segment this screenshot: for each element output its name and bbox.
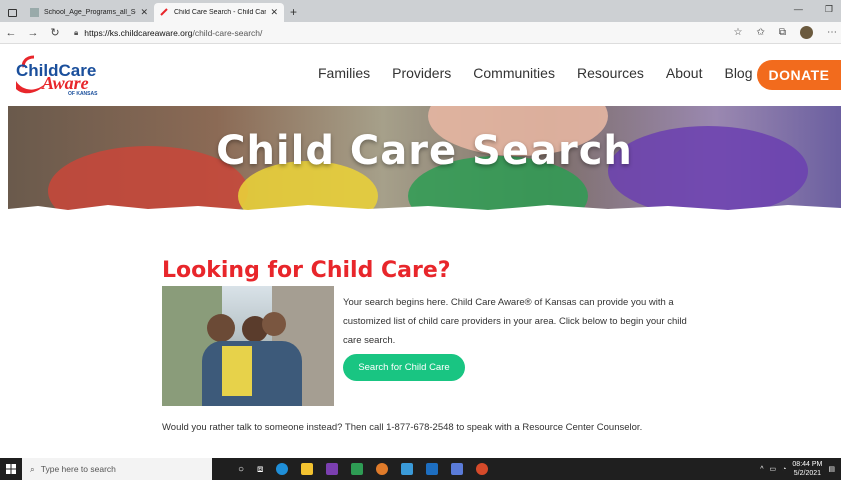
window-controls: — ❐ (794, 4, 833, 15)
nav-providers[interactable]: Providers (392, 65, 451, 81)
taskbar-apps: ○ ⧈ (238, 463, 489, 475)
document-icon (30, 8, 39, 17)
windows-taskbar: ⌕ Type here to search ○ ⧈ ^ ▭ ◔ 08:44 PM… (0, 458, 841, 480)
refresh-button[interactable]: ↻ (44, 26, 66, 39)
hero-banner: Child Care Search (8, 106, 841, 215)
browser-tab-bar: School_Age_Programs_all_Sectio ✕ Child C… (0, 0, 841, 22)
cortana-icon[interactable]: ○ (238, 464, 244, 475)
file-explorer-icon[interactable] (301, 463, 314, 475)
nav-communities[interactable]: Communities (473, 65, 555, 81)
outlook-icon[interactable] (426, 463, 439, 475)
tab-child-care-search[interactable]: Child Care Search - Child Care A ✕ (154, 3, 284, 22)
nav-families[interactable]: Families (318, 65, 370, 81)
call-counselor-text: Would you rather talk to someone instead… (162, 422, 643, 433)
search-icon: ⌕ (30, 463, 35, 474)
clock-time: 08:44 PM (792, 461, 823, 468)
main-navigation: Families Providers Communities Resources… (318, 65, 753, 81)
photo-decoration (222, 346, 252, 396)
photo-decoration (202, 341, 302, 406)
torn-edge (8, 205, 841, 215)
close-icon[interactable]: ✕ (270, 7, 278, 18)
page-title: Child Care Search (216, 128, 633, 174)
task-view-icon[interactable]: ⧈ (257, 464, 263, 475)
snipping-icon[interactable] (451, 463, 464, 475)
section-heading: Looking for Child Care? (162, 258, 451, 283)
intro-description: Your search begins here. Child Care Awar… (343, 297, 687, 346)
more-icon[interactable]: ⋯ (827, 27, 837, 38)
close-icon[interactable]: ✕ (140, 7, 148, 18)
clock[interactable]: 08:44 PM 5/2/2021 (792, 460, 822, 478)
tab-actions-icon (7, 8, 17, 17)
tab-school-programs[interactable]: School_Age_Programs_all_Sectio ✕ (24, 3, 154, 22)
site-favicon-icon (160, 8, 169, 17)
clock-date: 5/2/2021 (793, 470, 822, 477)
back-button[interactable]: ← (0, 27, 22, 39)
tab-actions-button[interactable] (0, 3, 24, 22)
wifi-icon[interactable]: ◔ (782, 466, 786, 473)
forward-button[interactable]: → (22, 27, 44, 39)
url-field[interactable]: 🔒︎ https://ks.childcareaware.org /child-… (74, 28, 262, 38)
url-host: https://ks.childcareaware.org (84, 27, 193, 38)
search-for-child-care-button[interactable]: Search for Child Care (343, 354, 465, 381)
notifications-icon[interactable]: ▤ (828, 465, 835, 473)
add-favorite-icon[interactable]: ☆ (734, 27, 743, 38)
address-bar-actions: ☆ ✩ ⧉ ⋯ (734, 26, 837, 39)
teams-icon[interactable] (401, 463, 414, 475)
excel-icon[interactable] (351, 463, 364, 475)
nav-about[interactable]: About (666, 65, 703, 81)
new-tab-button[interactable]: + (290, 5, 297, 19)
taskbar-search-box[interactable]: ⌕ Type here to search (22, 458, 212, 480)
collections-icon[interactable]: ⧉ (779, 27, 786, 38)
chevron-up-icon[interactable]: ^ (760, 466, 763, 473)
photo-decoration (207, 314, 235, 342)
windows-icon (6, 464, 16, 474)
profile-avatar[interactable] (800, 26, 813, 39)
address-bar: ← → ↻ 🔒︎ https://ks.childcareaware.org /… (0, 22, 841, 44)
nav-blog[interactable]: Blog (724, 65, 752, 81)
nav-resources[interactable]: Resources (577, 65, 644, 81)
tab-title: Child Care Search - Child Care A (174, 9, 267, 16)
battery-icon[interactable]: ▭ (770, 465, 777, 473)
lock-icon: 🔒︎ (74, 27, 79, 37)
donate-button[interactable]: DONATE (757, 60, 841, 90)
system-tray: ^ ▭ ◔ 08:44 PM 5/2/2021 ▤ (760, 460, 835, 478)
tab-title: School_Age_Programs_all_Sectio (44, 9, 136, 16)
edge-icon[interactable] (276, 463, 289, 475)
minimize-button[interactable]: — (794, 4, 803, 15)
photo-decoration (262, 312, 286, 336)
logo-text-sub: OF KANSAS (68, 91, 98, 97)
favorites-icon[interactable]: ✩ (756, 27, 764, 38)
family-photo (162, 286, 334, 406)
site-logo[interactable]: ChildCare Aware OF KANSAS (12, 53, 122, 99)
taskbar-search-placeholder: Type here to search (40, 464, 116, 474)
powerpoint-icon[interactable] (476, 463, 489, 475)
site-header: ChildCare Aware OF KANSAS Families Provi… (0, 45, 841, 105)
start-button[interactable] (0, 458, 22, 480)
onenote-icon[interactable] (326, 463, 339, 475)
main-content: Looking for Child Care? (162, 258, 702, 283)
url-path: /child-care-search/ (192, 27, 263, 38)
restore-button[interactable]: ❐ (825, 4, 833, 15)
skype-icon[interactable] (376, 463, 389, 475)
